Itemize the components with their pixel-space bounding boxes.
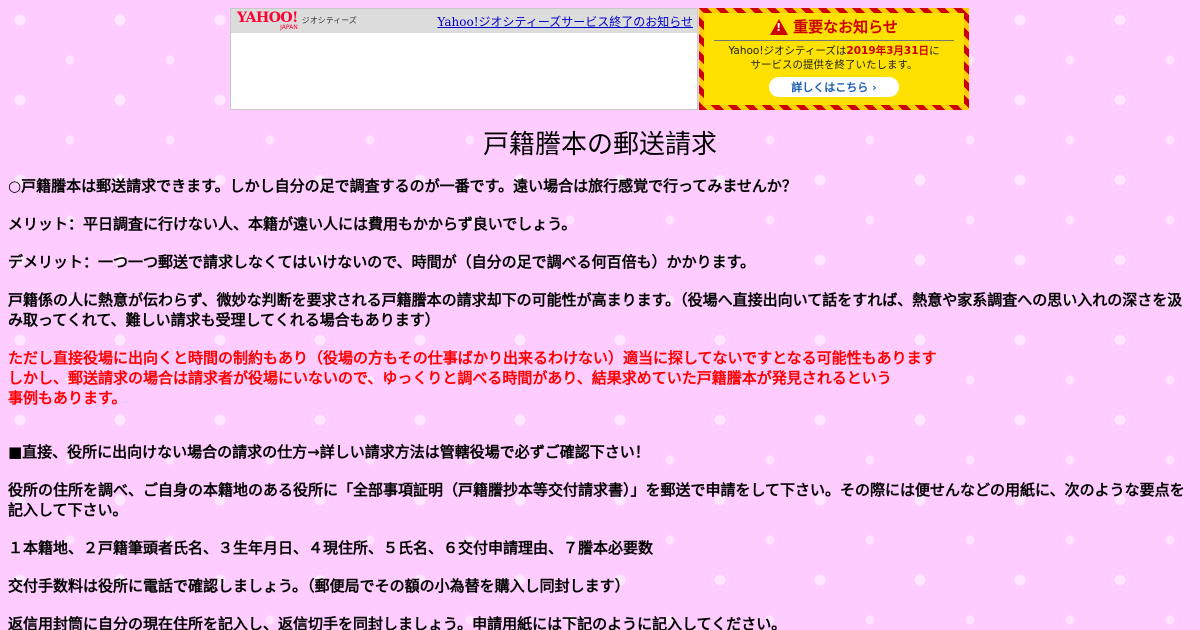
caution-paragraph: ただし直接役場に出向くと時間の制約もあり（役場の方もその仕事ばかり出来るわけない…: [8, 348, 1194, 408]
notice-inner: 重要なお知らせ Yahoo!ジオシティーズは2019年3月31日に サービスの提…: [704, 13, 964, 105]
notice-body: Yahoo!ジオシティーズは2019年3月31日に サービスの提供を終了いたしま…: [728, 45, 939, 72]
request-instructions: 役所の住所を調べ、ご自身の本籍地のある役所に「全部事項証明（戸籍謄抄本等交付請求…: [8, 481, 1185, 519]
banner-header: YAHOO! JAPAN ジオシティーズ Yahoo!ジオシティーズサービス終了…: [231, 9, 697, 33]
geocities-banner: YAHOO! JAPAN ジオシティーズ Yahoo!ジオシティーズサービス終了…: [230, 8, 698, 110]
notice-line2: サービスの提供を終了いたします。: [750, 58, 918, 71]
notice-title-text: 重要なお知らせ: [793, 18, 898, 36]
yahoo-logo-sub: JAPAN: [280, 24, 298, 31]
fee-paragraph: 交付手数料は役所に電話で確認しましょう。（郵便局でその額の小為替を購入し同封しま…: [8, 577, 630, 595]
geocities-service-name: ジオシティーズ: [301, 16, 357, 25]
main-content: ○戸籍謄本は郵送請求できます。しかし自分の足で調査するのが一番です。遠い場合は旅…: [8, 176, 1194, 630]
service-end-link[interactable]: Yahoo!ジオシティーズサービス終了のお知らせ: [437, 13, 693, 30]
request-method-heading: ■直接、役所に出向けない場合の請求の仕方→詳しい請求方法は管轄役場で必ずご確認下…: [8, 443, 650, 461]
notice-title: 重要なお知らせ: [714, 16, 954, 41]
merit-paragraph: メリット：平日調査に行けない人、本籍が遠い人には費用もかからず良いでしょう。: [8, 215, 577, 233]
risk-paragraph: 戸籍係の人に熱意が伝わらず、微妙な判断を要求される戸籍謄本の請求却下の可能性が高…: [8, 291, 1183, 329]
yahoo-logo[interactable]: YAHOO! JAPAN ジオシティーズ: [237, 11, 357, 31]
intro-paragraph: ○戸籍謄本は郵送請求できます。しかし自分の足で調査するのが一番です。遠い場合は旅…: [8, 177, 797, 195]
yahoo-logo-text: YAHOO!: [237, 10, 298, 26]
notice-end-date: 2019年3月31日: [846, 45, 930, 57]
caution-line-1: ただし直接役場に出向くと時間の制約もあり（役場の方もその仕事ばかり出来るわけない…: [8, 349, 937, 367]
caution-line-2: しかし、郵送請求の場合は請求者が役場にいないので、ゆっくりと調べる時間があり、結…: [8, 369, 892, 387]
required-items-list: １本籍地、２戸籍筆頭者氏名、３生年月日、４現住所、５氏名、６交付申請理由、７謄本…: [8, 539, 654, 557]
return-envelope-paragraph: 返信用封筒に自分の現在住所を記入し、返信切手を同封しましょう。申請用紙には下記の…: [8, 615, 787, 630]
demerit-paragraph: デメリット：一つ一つ郵送で請求しなくてはいけないので、時間が（自分の足で調べる何…: [8, 253, 756, 271]
notice-line1-pre: Yahoo!ジオシティーズは: [728, 45, 847, 57]
warning-icon: [770, 18, 789, 35]
important-notice-box[interactable]: 重要なお知らせ Yahoo!ジオシティーズは2019年3月31日に サービスの提…: [699, 8, 969, 110]
caution-line-3: 事例もあります。: [8, 389, 127, 407]
notice-line1-post: に: [929, 45, 940, 57]
page-title: 戸籍謄本の郵送請求: [482, 130, 717, 160]
details-button[interactable]: 詳しくはこちら ›: [769, 77, 899, 98]
